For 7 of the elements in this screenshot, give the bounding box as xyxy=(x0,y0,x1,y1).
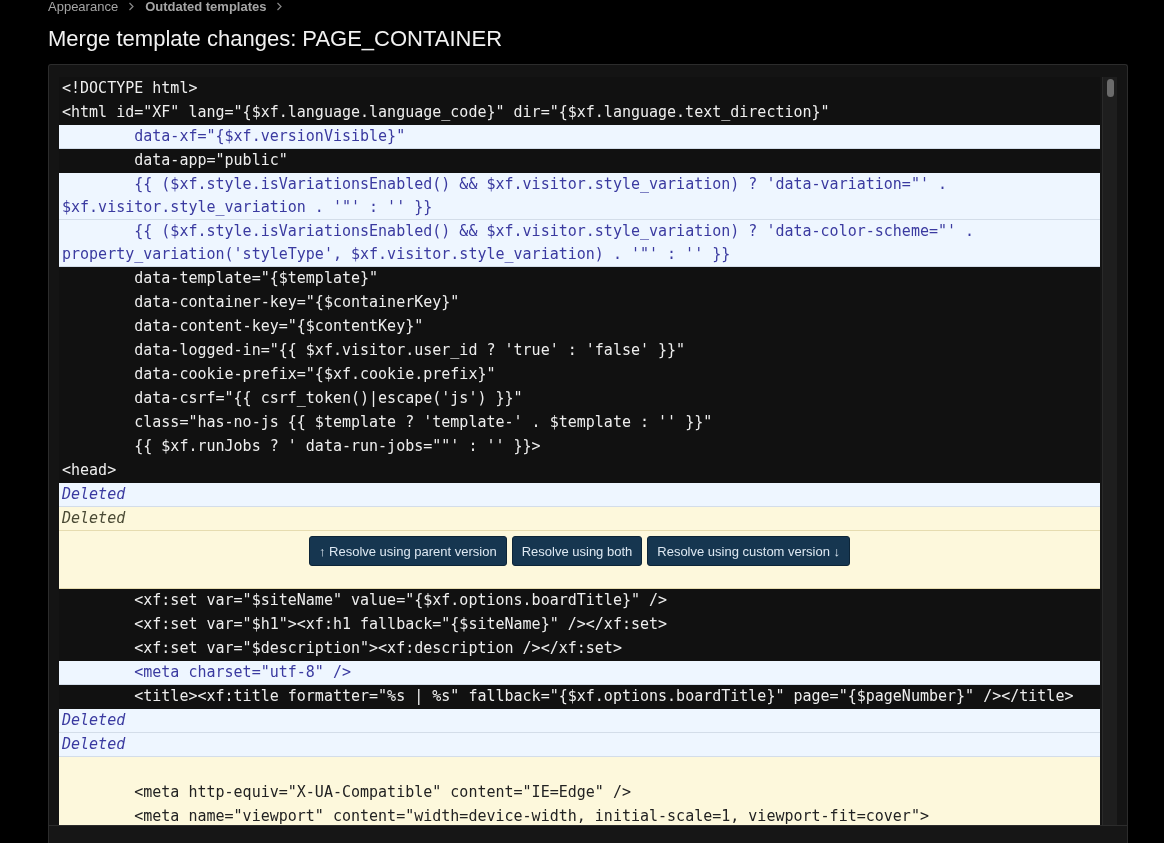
breadcrumb-link[interactable]: Appearance xyxy=(48,0,119,14)
scrollbar[interactable] xyxy=(1102,77,1117,825)
breadcrumb-link[interactable]: Outdated templates xyxy=(145,0,267,14)
page-title: Merge template changes: PAGE_CONTAINER xyxy=(48,26,504,52)
resolve-button[interactable]: Resolve using both xyxy=(511,536,643,566)
resolve-button[interactable]: ↑ Resolve using parent version xyxy=(308,536,507,566)
resolve-button[interactable]: Resolve using custom version ↓ xyxy=(647,536,851,566)
